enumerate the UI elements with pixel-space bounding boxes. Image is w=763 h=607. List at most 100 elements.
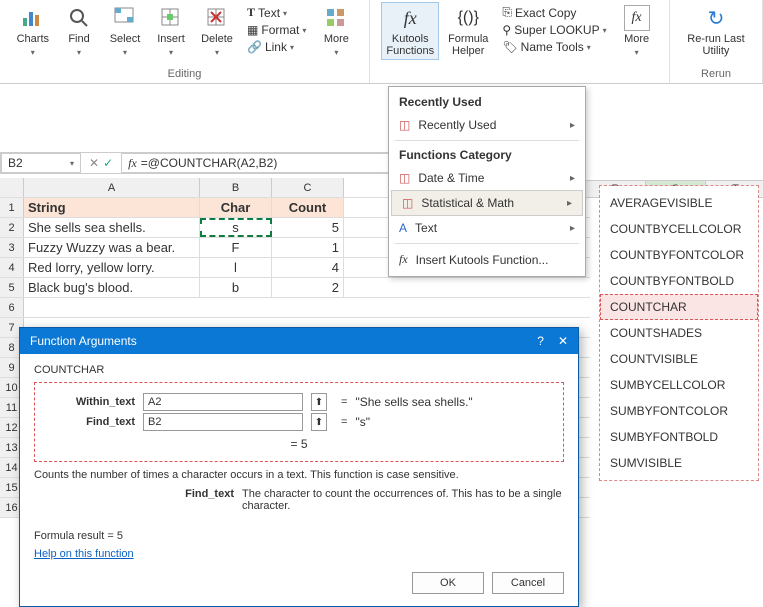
cell[interactable]: Count [272,198,344,217]
submenu-item[interactable]: SUMVISIBLE [600,450,758,476]
cell[interactable]: Char [200,198,272,217]
calendar-icon: ◫ [399,171,410,185]
submenu-item[interactable]: COUNTVISIBLE [600,346,758,372]
text-icon: T [247,5,255,20]
menu-item-date-time[interactable]: ◫Date & Time▸ [389,166,585,190]
cell-selected[interactable]: s [200,218,272,237]
more-button-1[interactable]: More▾ [315,2,357,60]
row-header[interactable]: 4 [0,258,24,277]
cell[interactable]: b [200,278,272,297]
range-selector-icon[interactable]: ⬆ [311,393,327,411]
recent-icon: ◫ [399,118,410,132]
charts-button[interactable]: Charts▾ [12,2,54,60]
select-button[interactable]: Select▾ [104,2,146,60]
super-lookup-button[interactable]: ⚲Super LOOKUP ▾ [499,22,609,38]
menu-item-recently-used[interactable]: ◫Recently Used▸ [389,113,585,137]
format-icon: ▦ [247,23,258,37]
cell[interactable]: Fuzzy Wuzzy was a bear. [24,238,200,257]
chart-icon [20,5,46,31]
lookup-icon: ⚲ [502,23,511,37]
row-header[interactable]: 6 [0,298,24,317]
cell[interactable]: 1 [272,238,344,257]
row-header[interactable]: 3 [0,238,24,257]
col-header-a[interactable]: A [24,178,200,197]
chevron-right-icon: ▸ [567,198,572,209]
cell[interactable]: F [200,238,272,257]
cell[interactable]: String [24,198,200,217]
param-label: Find_text [34,488,234,512]
cell[interactable]: 2 [272,278,344,297]
submenu-item[interactable]: AVERAGEVISIBLE [600,190,758,216]
ok-button[interactable]: OK [412,572,484,594]
arguments-box: Within_text ⬆ = "She sells sea shells." … [34,382,564,462]
insert-button[interactable]: Insert▾ [150,2,192,60]
cancel-button[interactable]: Cancel [492,572,564,594]
submenu-item[interactable]: COUNTSHADES [600,320,758,346]
text-icon: A [399,221,407,235]
col-header-b[interactable]: B [200,178,272,197]
menu-item-stat-math[interactable]: ◫Statistical & Math▸ [391,190,583,216]
cell[interactable]: 5 [272,218,344,237]
chevron-right-icon: ▸ [570,223,575,234]
function-name: COUNTCHAR [34,364,564,376]
function-description: Counts the number of times a character o… [34,468,564,482]
insert-icon [158,5,184,31]
submenu-item[interactable]: SUMBYFONTBOLD [600,424,758,450]
dropdown-section-header: Recently Used [389,91,585,113]
functions-submenu: AVERAGEVISIBLE COUNTBYCELLCOLOR COUNTBYF… [600,186,758,480]
cancel-formula-icon[interactable]: ✕ [89,156,99,170]
submenu-item[interactable]: SUMBYCELLCOLOR [600,372,758,398]
link-icon: 🔗 [247,40,262,54]
row-header[interactable]: 1 [0,198,24,217]
menu-item-insert-function[interactable]: fxInsert Kutools Function... [389,247,585,272]
formula-result: Formula result = 5 [34,530,564,542]
rerun-button[interactable]: ↻Re-run Last Utility [682,2,749,60]
arg-label: Within_text [45,396,135,408]
stat-icon: ◫ [402,196,413,210]
calc-result: = 5 [290,437,307,451]
find-button[interactable]: Find▾ [58,2,100,60]
chevron-right-icon: ▸ [570,173,575,184]
delete-button[interactable]: Delete▾ [196,2,238,60]
more-button-2[interactable]: fxMore▾ [616,2,658,60]
exact-copy-button[interactable]: ⎘Exact Copy [499,4,609,21]
format-button[interactable]: ▦Format ▾ [244,22,309,38]
formula-helper-button[interactable]: {()}Formula Helper [443,2,493,60]
submenu-item[interactable]: COUNTBYFONTCOLOR [600,242,758,268]
select-all-corner[interactable] [0,178,24,197]
row-header[interactable]: 5 [0,278,24,297]
submenu-item-countchar[interactable]: COUNTCHAR [600,294,758,320]
submenu-item[interactable]: COUNTBYFONTBOLD [600,268,758,294]
menu-item-text[interactable]: AText▸ [389,216,585,240]
name-tools-button[interactable]: 🏷Name Tools ▾ [499,39,609,55]
fx-icon: fx [399,252,408,267]
functions-dropdown: Recently Used ◫Recently Used▸ Functions … [388,86,586,277]
within-text-input[interactable] [143,393,303,411]
cell[interactable]: 4 [272,258,344,277]
find-text-input[interactable] [143,413,303,431]
ribbon: Charts▾ Find▾ Select▾ Insert▾ Delete▾ TT… [0,0,763,84]
text-button[interactable]: TText ▾ [244,4,309,21]
kutools-functions-button[interactable]: fxKutools Functions [381,2,439,60]
formula-input[interactable]: fx=@COUNTCHAR(A2,B2) [121,153,390,173]
select-icon [112,5,138,31]
dialog-titlebar[interactable]: Function Arguments ?✕ [20,328,578,354]
cell[interactable]: Black bug's blood. [24,278,200,297]
redo-icon: ↻ [703,5,729,31]
submenu-item[interactable]: SUMBYFONTCOLOR [600,398,758,424]
magnifier-icon [66,5,92,31]
cell[interactable]: Red lorry, yellow lorry. [24,258,200,277]
help-icon[interactable]: ? [537,334,544,348]
col-header-c[interactable]: C [272,178,344,197]
arg-result: "She sells sea shells." [355,395,472,409]
name-box[interactable]: B2▾ [1,153,81,173]
help-link[interactable]: Help on this function [34,548,134,560]
range-selector-icon[interactable]: ⬆ [311,413,327,431]
cell[interactable]: l [200,258,272,277]
row-header[interactable]: 2 [0,218,24,237]
close-icon[interactable]: ✕ [558,334,568,348]
cell[interactable]: She sells sea shells. [24,218,200,237]
submenu-item[interactable]: COUNTBYCELLCOLOR [600,216,758,242]
confirm-formula-icon[interactable]: ✓ [103,156,113,170]
link-button[interactable]: 🔗Link ▾ [244,39,309,55]
